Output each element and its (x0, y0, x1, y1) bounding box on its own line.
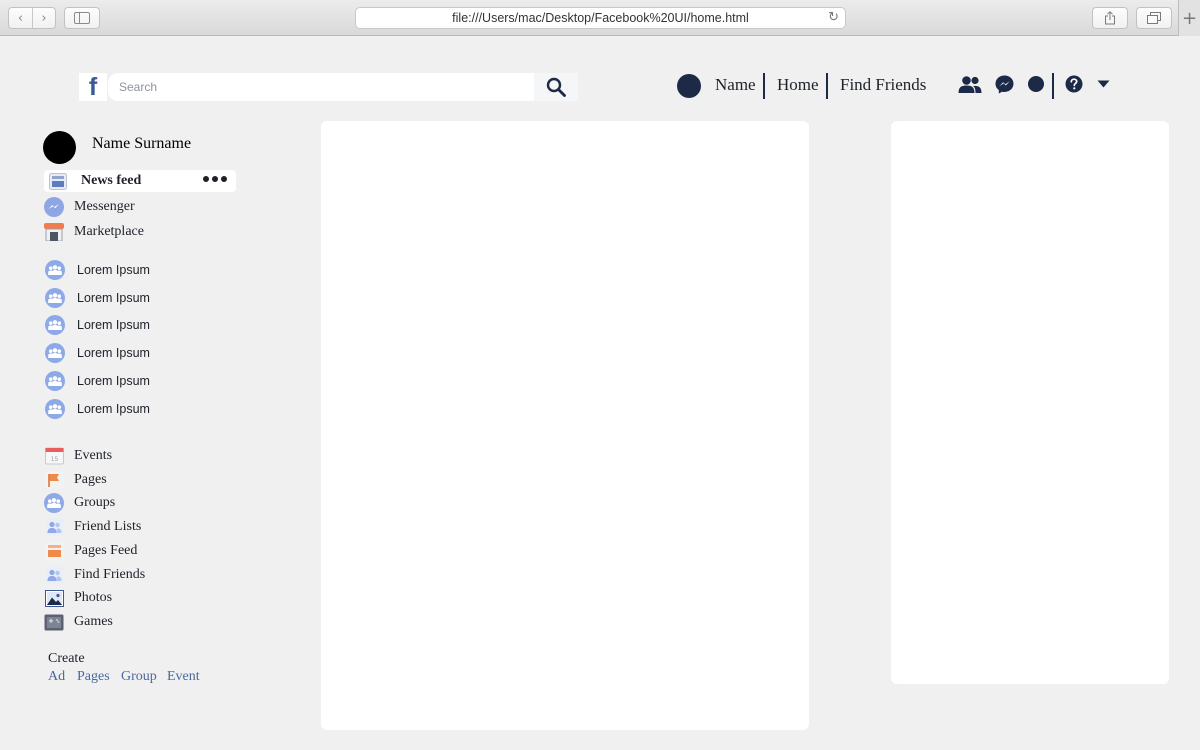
share-button[interactable] (1092, 7, 1128, 29)
sidebar-item-label: News feed (81, 173, 142, 188)
share-icon (1105, 11, 1115, 25)
sidebar-item-label: Lorem Ipsum (77, 346, 150, 360)
help-button[interactable] (1065, 75, 1083, 93)
sidebar-item-label: Events (74, 448, 113, 463)
sidebar-group-item[interactable]: Lorem Ipsum (45, 371, 150, 391)
sidebar-item-label: Marketplace (74, 224, 144, 239)
pages-flag-icon (44, 470, 64, 490)
sidebar-item-label: Pages (74, 472, 107, 487)
address-bar[interactable]: file:///Users/mac/Desktop/Facebook%20UI/… (355, 7, 846, 29)
new-tab-button[interactable]: + (1178, 0, 1200, 36)
sidebar-item-label: Groups (74, 495, 116, 510)
sidebar-group-item[interactable]: Lorem Ipsum (45, 260, 150, 280)
create-event-link[interactable]: Event (167, 669, 200, 685)
group-icon (45, 260, 65, 280)
nav-separator (763, 73, 765, 99)
create-ad-link[interactable]: Ad (48, 669, 65, 685)
sidebar-item-photos[interactable]: Photos (44, 588, 112, 608)
create-section-title: Create (48, 651, 85, 666)
reload-icon[interactable]: ↻ (828, 10, 839, 25)
marketplace-icon (44, 222, 64, 242)
nav-avatar[interactable] (677, 74, 701, 98)
nav-link-find-friends[interactable]: Find Friends (840, 75, 926, 95)
sidebar-item-games[interactable]: Games (44, 612, 113, 632)
sidebar-item-label: Messenger (74, 199, 135, 214)
sidebar-item-marketplace[interactable]: Marketplace (44, 222, 144, 242)
nav-link-name[interactable]: Name (715, 75, 756, 95)
games-icon (44, 612, 64, 632)
sidebar-item-label: Lorem Ipsum (77, 263, 150, 277)
messenger-icon (995, 75, 1014, 94)
events-icon: 15 (44, 446, 64, 466)
account-menu-button[interactable] (1096, 80, 1110, 88)
sidebar-item-groups[interactable]: Groups (44, 493, 115, 513)
plus-icon: + (1181, 7, 1198, 29)
caret-down-icon (1097, 80, 1109, 88)
facebook-logo-letter: f (88, 73, 98, 101)
browser-toolbar: ‹ › file:///Users/mac/Desktop/Facebook%2… (0, 0, 1200, 36)
friend-lists-icon (44, 517, 64, 537)
back-icon[interactable]: ‹ (9, 8, 32, 28)
sidebar-group-item[interactable]: Lorem Ipsum (45, 343, 150, 363)
sidebar-item-label: Lorem Ipsum (77, 374, 150, 388)
sidebar-item-label: Find Friends (74, 567, 146, 582)
back-forward-buttons[interactable]: ‹ › (8, 7, 56, 29)
tabs-icon (1147, 12, 1161, 24)
show-tabs-button[interactable] (1136, 7, 1172, 29)
group-icon (45, 343, 65, 363)
group-icon (45, 399, 65, 419)
facebook-logo[interactable]: f (79, 73, 107, 101)
help-icon (1065, 75, 1083, 93)
pages-feed-icon (44, 541, 64, 561)
sidebar-item-news-feed[interactable]: News feed (48, 171, 141, 191)
sidebar-group-item[interactable]: Lorem Ipsum (45, 288, 150, 308)
profile-name[interactable]: Name Surname (92, 135, 191, 153)
forward-icon[interactable]: › (31, 8, 55, 28)
nav-link-home[interactable]: Home (777, 75, 819, 95)
sidebar-item-messenger[interactable]: Messenger (44, 197, 135, 217)
sidebar-item-label: Photos (74, 590, 113, 605)
search-icon (546, 77, 566, 97)
create-group-link[interactable]: Group (121, 669, 157, 685)
more-options-icon[interactable] (203, 176, 227, 182)
news-feed-panel (321, 121, 809, 730)
show-sidebar-button[interactable] (64, 7, 100, 29)
svg-text:15: 15 (50, 456, 58, 463)
group-icon (45, 315, 65, 335)
sidebar-item-label: Lorem Ipsum (77, 318, 150, 332)
url-text: file:///Users/mac/Desktop/Facebook%20UI/… (452, 11, 749, 25)
sidebar-item-friend-lists[interactable]: Friend Lists (44, 517, 141, 537)
news-feed-icon (48, 171, 68, 191)
friend-requests-button[interactable] (958, 74, 982, 96)
sidebar-item-label: Lorem Ipsum (77, 291, 150, 305)
sidebar-group-item[interactable]: Lorem Ipsum (45, 315, 150, 335)
find-friends-icon (44, 565, 64, 585)
sidebar-group-item[interactable]: Lorem Ipsum (45, 399, 150, 419)
search-button[interactable] (534, 73, 578, 101)
sidebar-item-events[interactable]: 15 Events (44, 446, 112, 466)
sidebar-icon (74, 12, 90, 24)
search-input[interactable] (108, 73, 536, 101)
right-sidebar-panel (891, 121, 1169, 684)
sidebar-item-label: Pages Feed (74, 543, 138, 558)
messenger-icon (44, 197, 64, 217)
profile-avatar[interactable] (43, 131, 76, 164)
create-pages-link[interactable]: Pages (77, 669, 110, 685)
friends-icon (958, 76, 982, 93)
notifications-button[interactable] (1028, 76, 1044, 92)
group-icon (45, 288, 65, 308)
group-icon (45, 371, 65, 391)
sidebar-item-label: Friend Lists (74, 519, 142, 534)
sidebar-item-pages[interactable]: Pages (44, 470, 107, 490)
sidebar-item-pages-feed[interactable]: Pages Feed (44, 541, 137, 561)
sidebar-item-label: Lorem Ipsum (77, 402, 150, 416)
sidebar-item-find-friends[interactable]: Find Friends (44, 565, 145, 585)
photos-icon (44, 588, 64, 608)
nav-separator (826, 73, 828, 99)
messenger-button[interactable] (995, 75, 1014, 94)
sidebar-item-label: Games (74, 614, 113, 629)
groups-icon (44, 493, 64, 513)
nav-separator (1052, 73, 1054, 99)
